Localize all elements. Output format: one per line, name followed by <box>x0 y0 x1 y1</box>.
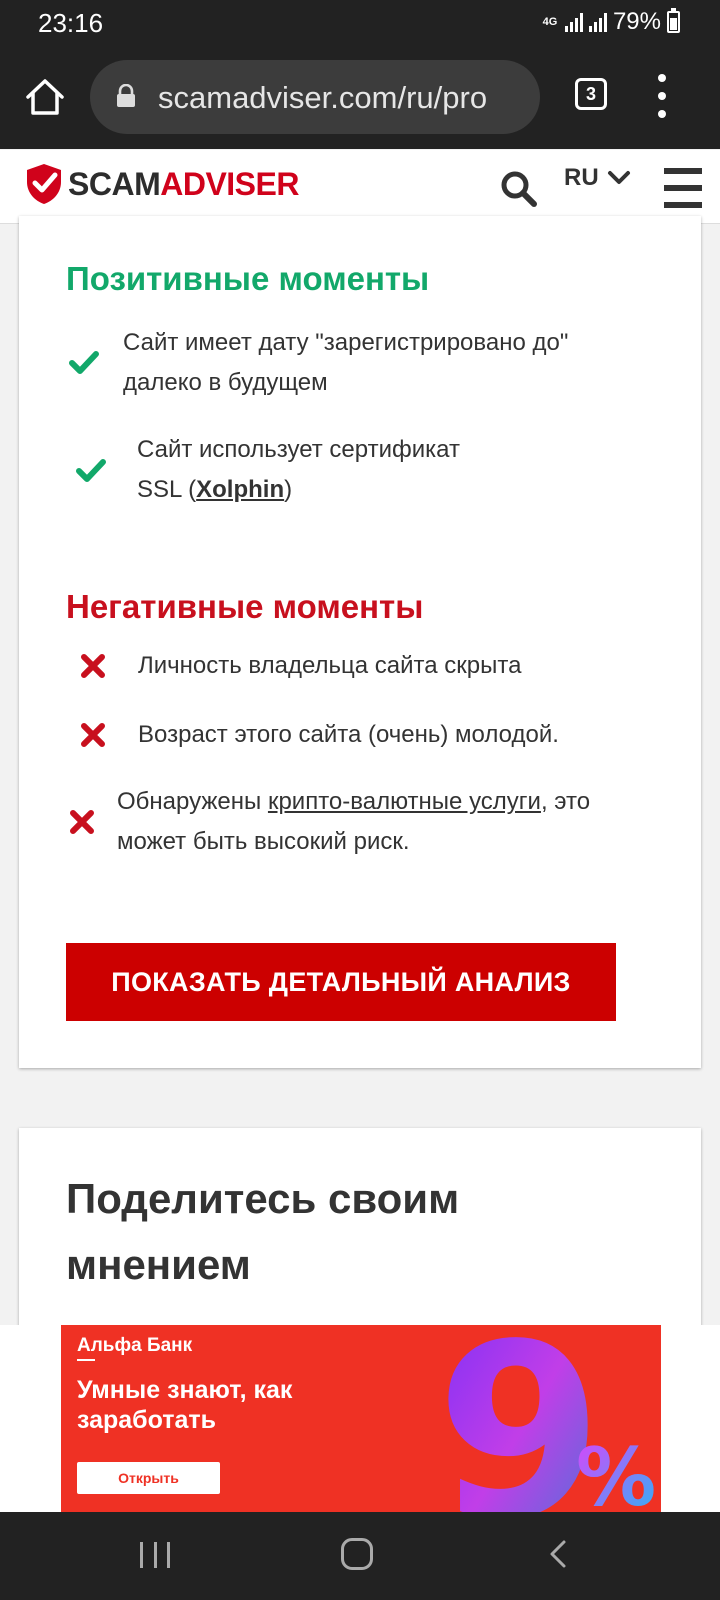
battery-percent: 79% <box>612 8 661 35</box>
battery-level <box>670 17 677 30</box>
url-text: scamadviser.com/ru/pro <box>158 80 488 115</box>
signal-icon <box>564 12 583 32</box>
analysis-card: Позитивные моменты Сайт имеет дату "заре… <box>19 216 701 1068</box>
status-bar: 23:16 4G 79% <box>0 0 720 46</box>
negative-item-line: может быть высокий риск. <box>117 828 410 855</box>
address-bar[interactable]: scamadviser.com/ru/pro <box>90 60 540 134</box>
crypto-prefix: Обнаружены <box>117 788 268 815</box>
back-icon[interactable] <box>548 1539 568 1569</box>
search-icon[interactable] <box>500 170 538 208</box>
positive-item-line: далеко в будущем <box>123 369 328 396</box>
ad-brand: Альфа Банк <box>77 1335 193 1356</box>
positive-item-line: Сайт имеет дату "зарегистрировано до" <box>123 329 569 356</box>
ad-open-button[interactable]: Открыть <box>77 1462 220 1494</box>
more-options-icon[interactable] <box>655 74 669 118</box>
system-nav-bar <box>0 1512 720 1600</box>
positive-item: Сайт имеет дату "зарегистрировано до" да… <box>123 323 663 403</box>
home-button-icon[interactable] <box>341 1538 373 1570</box>
hamburger-menu-icon[interactable] <box>664 168 702 208</box>
negative-title: Негативные моменты <box>66 588 424 625</box>
negative-item: Обнаружены крипто-валютные услуги, это м… <box>117 782 677 862</box>
show-detailed-analysis-button[interactable]: ПОКАЗАТЬ ДЕТАЛЬНЫЙ АНАЛИЗ <box>66 943 616 1021</box>
negative-item: Возраст этого сайта (очень) молодой. <box>138 721 559 748</box>
positive-item-line: Сайт использует сертификат <box>137 436 460 463</box>
share-opinion-title: Поделитесь своим мнением <box>66 1175 460 1288</box>
ad-headline: Умные знают, как заработать <box>77 1376 293 1434</box>
positive-item: Сайт использует сертификат SSL (Xolphin) <box>137 430 637 510</box>
scamadviser-logo[interactable]: SCAMADVISER <box>24 162 299 206</box>
tab-switcher-button[interactable]: 3 <box>575 78 607 110</box>
recent-apps-icon[interactable] <box>140 1542 170 1568</box>
share-opinion-card: Поделитесь своим мнением <box>19 1128 701 1328</box>
shield-icon <box>27 164 61 204</box>
ssl-suffix: ) <box>284 476 293 503</box>
crypto-suffix: , это <box>540 788 591 815</box>
check-icon <box>76 459 106 482</box>
positive-item-line: SSL (Xolphin) <box>137 470 637 510</box>
nine-percent-graphic: 9 % <box>436 1325 656 1512</box>
lock-icon <box>117 84 135 107</box>
percent-sign: % <box>576 1431 656 1512</box>
ad-container: Альфа Банк Умные знают, как заработать О… <box>0 1325 720 1512</box>
check-icon <box>69 351 99 374</box>
logo-text-adviser: ADVISER <box>160 165 299 202</box>
network-type-icon: 4G <box>542 15 558 28</box>
battery-icon <box>667 8 680 33</box>
cross-icon <box>81 723 105 747</box>
status-indicators: 4G 79% <box>541 8 680 36</box>
language-label: RU <box>564 164 599 191</box>
ad-banner[interactable]: Альфа Банк Умные знают, как заработать О… <box>61 1325 661 1512</box>
ssl-prefix: SSL ( <box>137 476 197 503</box>
status-time: 23:16 <box>38 8 104 38</box>
signal-icon-2 <box>588 12 607 32</box>
chevron-down-icon <box>607 171 630 184</box>
negative-item-line: Обнаружены крипто-валютные услуги, это <box>117 782 677 822</box>
cross-icon <box>81 654 105 678</box>
language-selector[interactable]: RU <box>564 164 631 192</box>
browser-toolbar: scamadviser.com/ru/pro 3 <box>0 46 720 149</box>
negative-item: Личность владельца сайта скрыта <box>138 652 522 679</box>
positive-title: Позитивные моменты <box>66 260 430 297</box>
home-icon[interactable] <box>24 76 66 118</box>
site-header: SCAMADVISER RU <box>0 150 720 224</box>
logo-text-scam: SCAM <box>68 165 161 202</box>
crypto-services-link[interactable]: крипто-валютные услуги <box>268 788 541 815</box>
certificate-issuer-link[interactable]: Xolphin <box>196 476 284 503</box>
ad-brand-underline <box>77 1359 95 1361</box>
cross-icon <box>70 810 94 834</box>
